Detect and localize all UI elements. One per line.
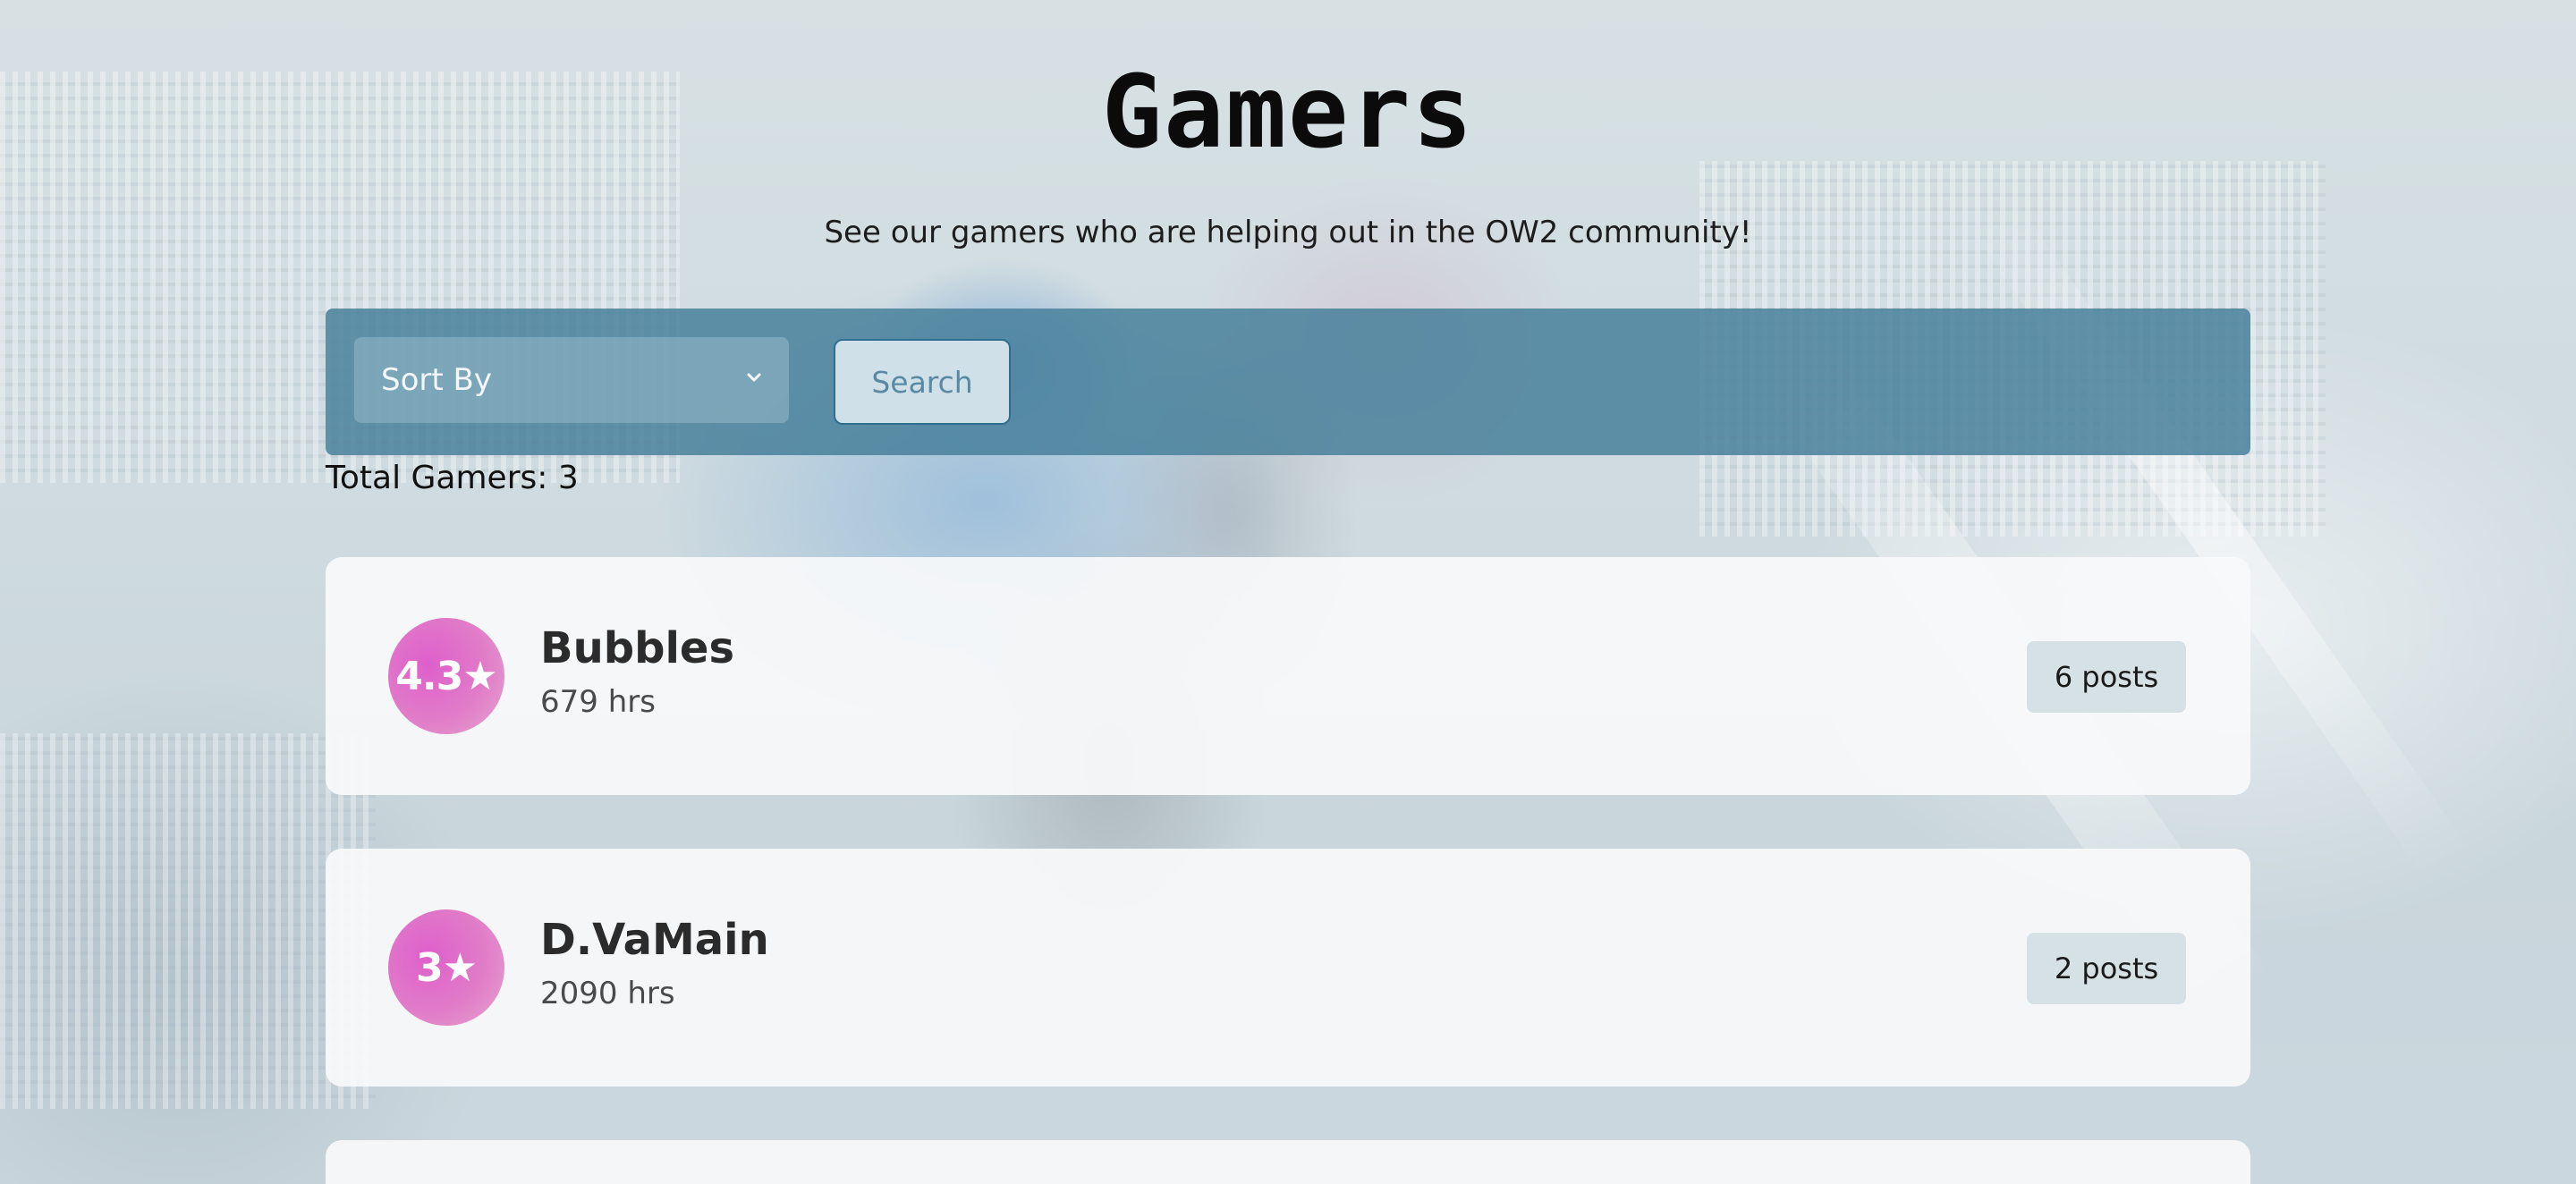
total-gamers-count: Total Gamers: 3 — [326, 460, 579, 496]
sort-by-label: Sort By — [381, 362, 492, 398]
city-lights-bottom-left — [0, 733, 376, 1109]
gamer-name: Bubbles — [540, 623, 735, 673]
rating-badge: 4.3★ — [388, 618, 504, 734]
page-subtitle: See our gamers who are helping out in th… — [824, 215, 1752, 250]
filter-toolbar: Sort By Search — [326, 309, 2250, 455]
gamer-name: D.VaMain — [540, 915, 769, 965]
gamers-page: Gamers See our gamers who are helping ou… — [0, 0, 2576, 1184]
page-title: Gamers — [1101, 55, 1475, 171]
search-button[interactable]: Search — [834, 339, 1011, 425]
gamer-card[interactable]: 4.3★ Bubbles 679 hrs 6 posts — [326, 557, 2250, 795]
rating-badge: 3★ — [388, 909, 504, 1026]
sort-by-select[interactable]: Sort By — [354, 337, 789, 423]
posts-badge[interactable]: 6 posts — [2027, 641, 2186, 713]
posts-badge[interactable]: 2 posts — [2027, 933, 2186, 1004]
chevron-down-icon — [747, 373, 761, 382]
gamer-card[interactable] — [326, 1140, 2250, 1184]
gamer-hours: 2090 hrs — [540, 976, 675, 1011]
gamer-card[interactable]: 3★ D.VaMain 2090 hrs 2 posts — [326, 849, 2250, 1087]
gamer-hours: 679 hrs — [540, 684, 656, 720]
